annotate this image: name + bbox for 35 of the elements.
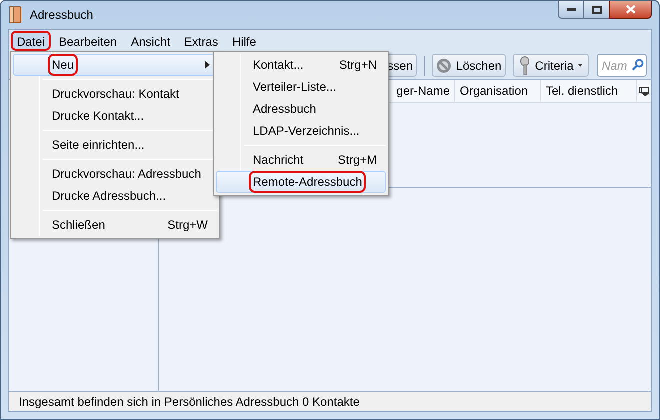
menu-bar-item[interactable]: Ansicht bbox=[125, 31, 176, 51]
menu-item[interactable]: Druckvorschau: Adressbuch bbox=[13, 163, 217, 185]
menu-bar-item[interactable]: Bearbeiten bbox=[53, 31, 124, 51]
book-icon bbox=[8, 6, 24, 24]
menu-bar-item[interactable]: Datei bbox=[11, 31, 52, 51]
menu-item[interactable]: Druckvorschau: Kontakt bbox=[13, 83, 217, 105]
menu-item[interactable]: Schließen Strg+W bbox=[13, 214, 217, 236]
column-picker-icon bbox=[639, 86, 649, 96]
menu-item[interactable]: Remote-Adressbuch bbox=[216, 171, 386, 193]
menu-item[interactable]: Drucke Kontakt... bbox=[13, 105, 217, 127]
search-field[interactable]: Nam bbox=[597, 54, 647, 77]
status-text: Insgesamt befinden sich in Persönliches Adressbuch 0 Kontakte bbox=[19, 394, 360, 410]
prohibited-icon bbox=[436, 58, 452, 74]
menu-item[interactable]: LDAP-Verzeichnis... bbox=[216, 120, 386, 142]
close-button[interactable] bbox=[609, 1, 652, 19]
maximize-button[interactable] bbox=[584, 1, 609, 19]
maximize-icon bbox=[592, 6, 602, 14]
toolbar-button[interactable]: Löschen bbox=[432, 54, 506, 77]
search-icon bbox=[632, 58, 644, 70]
close-icon bbox=[626, 5, 636, 14]
column-header[interactable]: Tel. dienstlich bbox=[541, 80, 637, 102]
menu-bar-item[interactable]: Hilfe bbox=[226, 31, 262, 51]
dropdown-arrow-icon bbox=[578, 64, 583, 67]
menu-item[interactable]: Verteiler-Liste... bbox=[216, 76, 386, 98]
menu-item[interactable]: Seite einrichten... bbox=[13, 134, 217, 156]
menu-bar-item[interactable]: Extras bbox=[178, 31, 224, 51]
menu-item[interactable]: Drucke Adressbuch... bbox=[13, 185, 217, 207]
menu-item[interactable]: Adressbuch bbox=[216, 98, 386, 120]
toolbar-button[interactable]: Criteria bbox=[513, 54, 589, 77]
menu-item[interactable]: Nachricht Strg+M bbox=[216, 149, 386, 171]
minimize-icon bbox=[566, 8, 576, 11]
minimize-button[interactable] bbox=[558, 1, 584, 19]
window-title: Adressbuch bbox=[30, 7, 94, 24]
column-header[interactable]: Organisation bbox=[455, 80, 541, 102]
key-icon bbox=[519, 56, 532, 76]
